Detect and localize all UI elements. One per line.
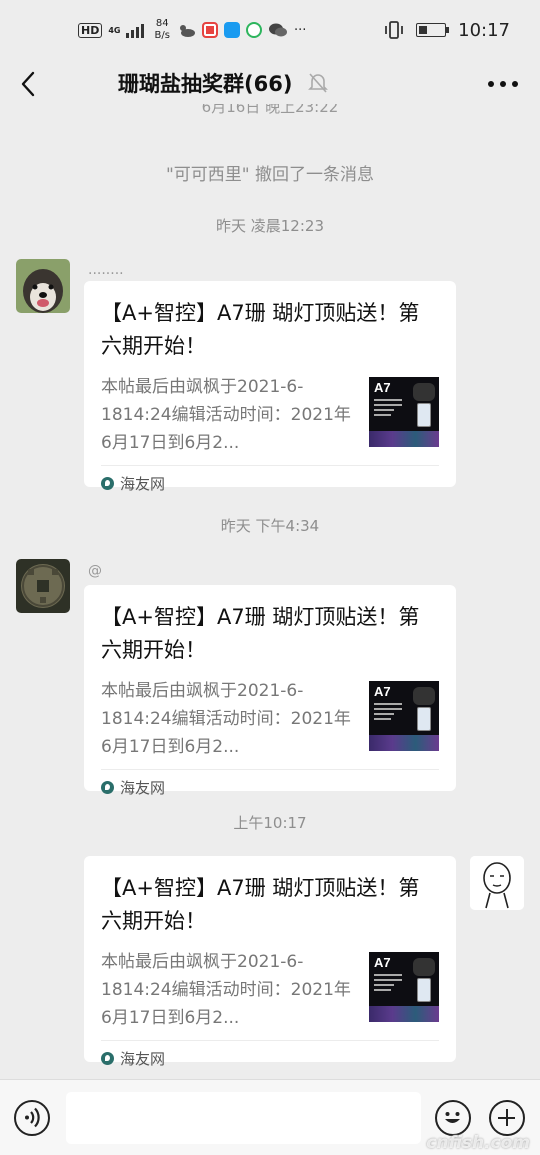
back-arrow-icon[interactable] bbox=[16, 70, 42, 98]
thumbnail-text-lines bbox=[374, 703, 402, 723]
phone-icon bbox=[417, 403, 431, 427]
more-notifications: ··· bbox=[293, 22, 307, 38]
vibrate-icon bbox=[385, 21, 404, 39]
source-logo-icon bbox=[101, 476, 114, 490]
battery-icon bbox=[416, 23, 450, 37]
avatar-self[interactable] bbox=[470, 856, 524, 910]
speed-unit: B/s bbox=[154, 30, 170, 41]
card-thumbnail: A7 bbox=[369, 681, 439, 751]
more-icon[interactable] bbox=[488, 70, 518, 98]
watermark: cnfish.com bbox=[426, 1133, 530, 1153]
thumbnail-label: A7 bbox=[374, 684, 391, 699]
card-source: 海友网 bbox=[101, 1041, 439, 1075]
thumbnail-label: A7 bbox=[374, 955, 391, 970]
avatar-dog[interactable] bbox=[16, 259, 70, 313]
app-notification-icon-blue bbox=[223, 22, 240, 38]
device-icon bbox=[413, 383, 435, 401]
thumbnail-text-lines bbox=[374, 974, 402, 994]
emoji-icon[interactable] bbox=[435, 1100, 471, 1136]
timestamp-1: 昨天 凌晨12:23 bbox=[216, 217, 324, 235]
timestamp-2: 昨天 下午4:34 bbox=[220, 517, 320, 535]
device-icon bbox=[413, 687, 435, 705]
source-logo-icon bbox=[101, 780, 114, 794]
card-description: 本帖最后由飒枫于2021-6-1814:24编辑活动时间：2021年6月17日到… bbox=[101, 681, 351, 757]
source-name: 海友网 bbox=[120, 778, 166, 797]
source-name: 海友网 bbox=[120, 1049, 166, 1068]
weather-icon bbox=[179, 25, 195, 37]
chat-title: 珊瑚盐抽奖群(66) bbox=[118, 72, 293, 96]
link-card[interactable]: 【A+智控】A7珊 瑚灯顶贴送！第六期开始！ 本帖最后由飒枫于2021-6-18… bbox=[84, 585, 456, 797]
recall-notice: "可可西里" 撤回了一条消息 bbox=[165, 165, 375, 185]
reef-image bbox=[369, 1006, 439, 1022]
clock: 10:17 bbox=[458, 19, 510, 41]
plus-icon[interactable] bbox=[489, 1100, 525, 1136]
status-bar: HD 4G 84 B/s ··· 10:17 bbox=[0, 0, 540, 60]
card-body: 本帖最后由飒枫于2021-6-1814:24编辑活动时间：2021年6月17日到… bbox=[101, 373, 439, 457]
card-thumbnail: A7 bbox=[369, 377, 439, 447]
card-body: 本帖最后由飒枫于2021-6-1814:24编辑活动时间：2021年6月17日到… bbox=[101, 677, 439, 761]
card-source: 海友网 bbox=[101, 466, 439, 500]
link-card[interactable]: 【A+智控】A7珊 瑚灯顶贴送！第六期开始！ 本帖最后由飒枫于2021-6-18… bbox=[84, 281, 456, 493]
card-title: 【A+智控】A7珊 瑚灯顶贴送！第六期开始！ bbox=[101, 876, 420, 933]
card-description: 本帖最后由飒枫于2021-6-1814:24编辑活动时间：2021年6月17日到… bbox=[101, 952, 351, 1028]
clipped-timestamp: 6月16日 晚上23:22 bbox=[0, 104, 540, 118]
source-name: 海友网 bbox=[120, 474, 166, 493]
sender-nickname: ........ bbox=[88, 262, 124, 278]
network-type: 4G bbox=[108, 25, 121, 35]
app-notification-icon-red bbox=[201, 22, 218, 38]
timestamp-3: 上午10:17 bbox=[233, 814, 307, 832]
status-right: 10:17 bbox=[384, 20, 510, 41]
link-card[interactable]: 【A+智控】A7珊 瑚灯顶贴送！第六期开始！ 本帖最后由飒枫于2021-6-18… bbox=[84, 856, 456, 1068]
signal-icon bbox=[126, 22, 145, 38]
card-title: 【A+智控】A7珊 瑚灯顶贴送！第六期开始！ bbox=[101, 605, 420, 662]
card-thumbnail: A7 bbox=[369, 952, 439, 1022]
sender-nickname: @ bbox=[88, 563, 102, 579]
phone-icon bbox=[417, 978, 431, 1002]
wechat-icon bbox=[268, 23, 287, 37]
muted-bell-icon bbox=[308, 73, 329, 93]
thumbnail-label: A7 bbox=[374, 380, 391, 395]
card-source: 海友网 bbox=[101, 770, 439, 804]
hd-indicator: HD bbox=[78, 22, 103, 38]
app-notification-icon-green bbox=[245, 22, 262, 38]
thumbnail-text-lines bbox=[374, 399, 402, 419]
speed-value: 84 bbox=[155, 18, 169, 29]
network-speed: 84 B/s bbox=[154, 18, 169, 42]
voice-icon[interactable] bbox=[14, 1100, 50, 1136]
clipped-timestamp-text: 6月16日 晚上23:22 bbox=[201, 104, 339, 116]
message-input[interactable] bbox=[66, 1092, 421, 1144]
card-description: 本帖最后由飒枫于2021-6-1814:24编辑活动时间：2021年6月17日到… bbox=[101, 377, 351, 453]
device-icon bbox=[413, 958, 435, 976]
phone-icon bbox=[417, 707, 431, 731]
source-logo-icon bbox=[101, 1051, 114, 1065]
card-title: 【A+智控】A7珊 瑚灯顶贴送！第六期开始！ bbox=[101, 301, 420, 358]
card-body: 本帖最后由飒枫于2021-6-1814:24编辑活动时间：2021年6月17日到… bbox=[101, 948, 439, 1032]
title-group: 珊瑚盐抽奖群(66) bbox=[118, 68, 329, 98]
status-left: HD 4G 84 B/s ··· bbox=[78, 18, 306, 42]
reef-image bbox=[369, 735, 439, 751]
avatar-coin[interactable] bbox=[16, 559, 70, 613]
chat-header: 珊瑚盐抽奖群(66) bbox=[0, 60, 540, 108]
reef-image bbox=[369, 431, 439, 447]
